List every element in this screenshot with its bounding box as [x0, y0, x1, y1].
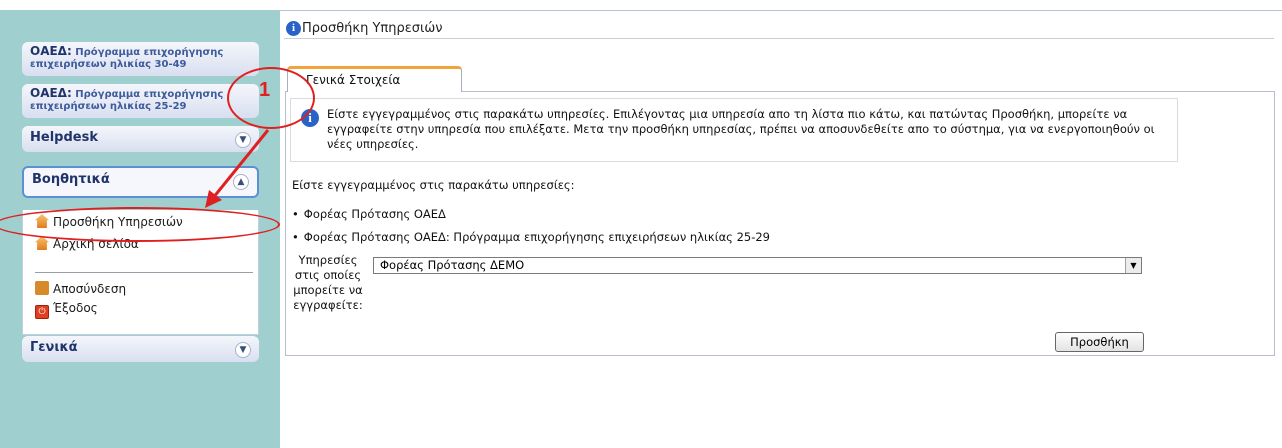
annotation-arrow [205, 129, 270, 208]
